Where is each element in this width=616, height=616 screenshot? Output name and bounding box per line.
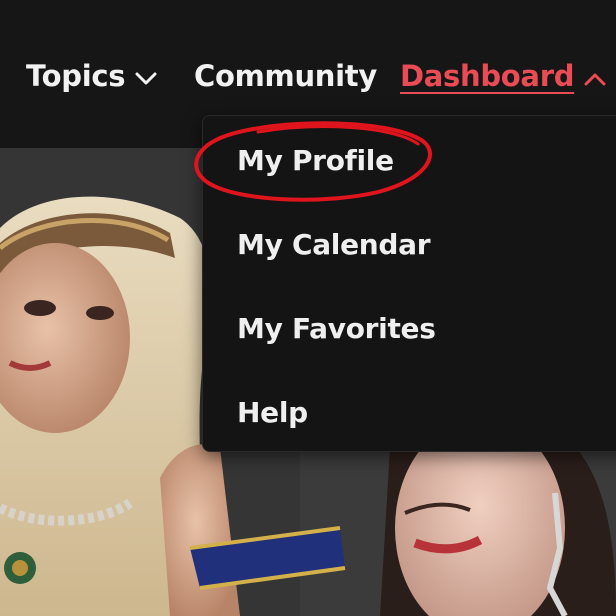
nav-dashboard[interactable]: Dashboard: [400, 56, 606, 96]
nav-community[interactable]: Community: [194, 56, 377, 96]
page: Topics Community Dashboard My Profile My…: [0, 0, 616, 616]
menu-item-my-profile[interactable]: My Profile: [237, 138, 394, 182]
menu-item-my-favorites[interactable]: My Favorites: [237, 306, 436, 350]
menu-item-my-calendar[interactable]: My Calendar: [237, 222, 431, 266]
nav-topics[interactable]: Topics: [26, 56, 157, 96]
menu-item-help[interactable]: Help: [237, 390, 308, 434]
dashboard-dropdown-menu: My Profile My Calendar My Favorites Help: [202, 115, 616, 452]
nav-dashboard-label: Dashboard: [400, 59, 575, 93]
chevron-up-icon: [584, 59, 606, 93]
nav-topics-label: Topics: [26, 59, 126, 93]
nav-community-label: Community: [194, 59, 377, 93]
chevron-down-icon: [135, 59, 157, 93]
